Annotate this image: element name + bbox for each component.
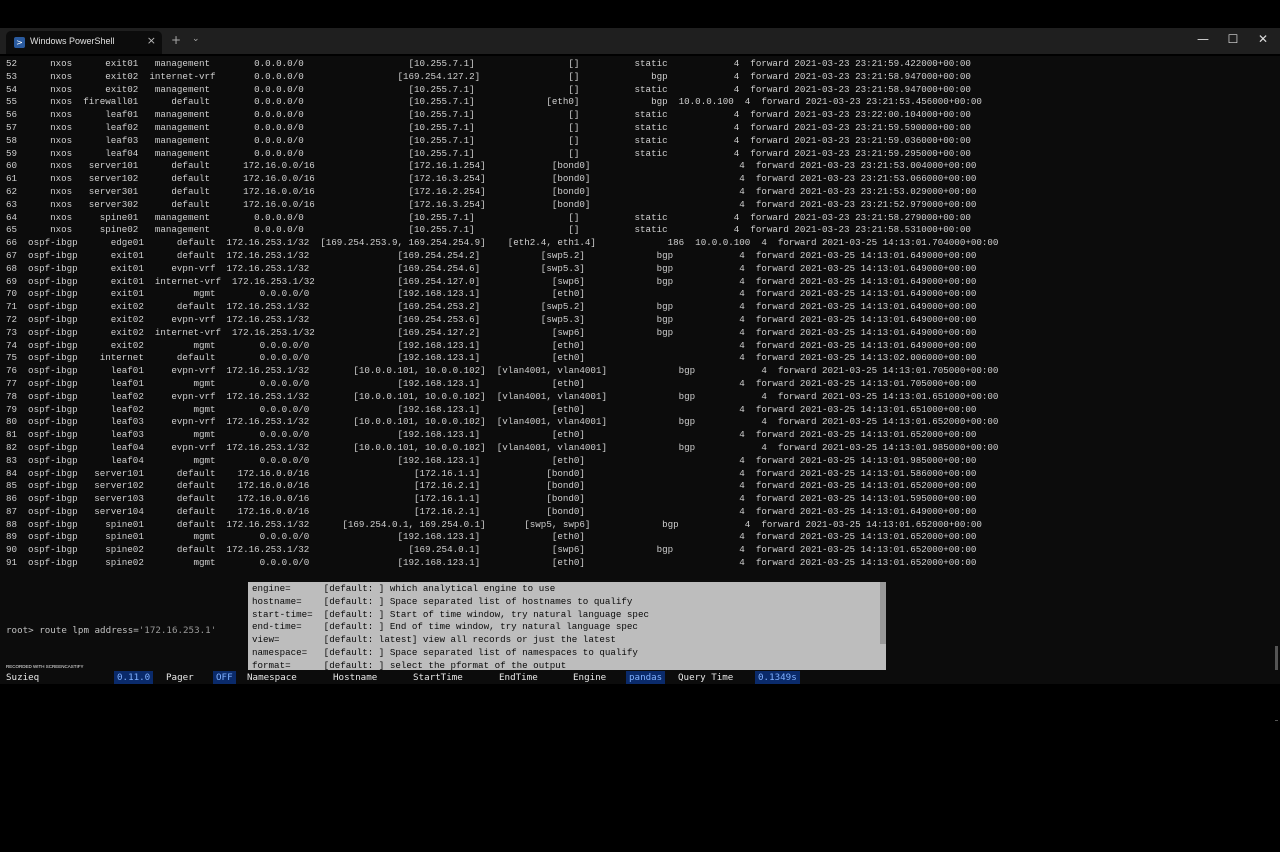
- command-prompt[interactable]: root> route lpm address='172.16.253.1': [6, 625, 216, 638]
- terminal-line: 56 nxos leaf01 management 0.0.0.0/0 [10.…: [6, 109, 971, 121]
- pager-label: Pager: [166, 672, 194, 683]
- completion-item[interactable]: engine= [default: ] which analytical eng…: [252, 583, 555, 594]
- query-time-label: Query Time: [678, 672, 734, 683]
- completion-item[interactable]: namespace= [default: ] Space separated l…: [252, 647, 638, 658]
- terminal-line: 71 ospf-ibgp exit02 default 172.16.253.1…: [6, 301, 977, 313]
- engine-value: pandas: [626, 671, 666, 685]
- terminal-line: 81 ospf-ibgp leaf03 mgmt 0.0.0.0/0 [192.…: [6, 429, 977, 441]
- terminal-line: 80 ospf-ibgp leaf03 evpn-vrf 172.16.253.…: [6, 416, 999, 428]
- status-bar: Suzieq 0.11.0 Pager OFF Namespace Hostna…: [0, 670, 1280, 685]
- powershell-icon: >: [14, 37, 25, 48]
- terminal-line: 66 ospf-ibgp edge01 default 172.16.253.1…: [6, 237, 999, 249]
- terminal-line: 74 ospf-ibgp exit02 mgmt 0.0.0.0/0 [192.…: [6, 339, 977, 351]
- terminal-line: 85 ospf-ibgp server102 default 172.16.0.…: [6, 480, 977, 492]
- terminal-line: 87 ospf-ibgp server104 default 172.16.0.…: [6, 505, 977, 517]
- terminal-line: 77 ospf-ibgp leaf01 mgmt 0.0.0.0/0 [192.…: [6, 377, 977, 389]
- completion-item[interactable]: end-time= [default: ] End of time window…: [252, 621, 638, 632]
- terminal-line: 61 nxos server102 default 172.16.0.0/16 …: [6, 173, 977, 185]
- completion-item[interactable]: start-time= [default: ] Start of time wi…: [252, 609, 649, 620]
- chevron-down-icon[interactable]: ⌄: [192, 34, 200, 44]
- terminal-line: 89 ospf-ibgp spine01 mgmt 0.0.0.0/0 [192…: [6, 531, 977, 543]
- terminal-line: 72 ospf-ibgp exit02 evpn-vrf 172.16.253.…: [6, 313, 977, 325]
- prompt-argument: '172.16.253.1': [138, 625, 217, 636]
- new-tab-button[interactable]: +: [171, 33, 181, 47]
- completion-popup[interactable]: engine= [default: ] which analytical eng…: [248, 582, 886, 673]
- terminal-line: 76 ospf-ibgp leaf01 evpn-vrf 172.16.253.…: [6, 365, 999, 377]
- terminal-line: 67 ospf-ibgp exit01 default 172.16.253.1…: [6, 249, 977, 261]
- query-time-value: 0.1349s: [755, 671, 800, 685]
- hostname-label: Hostname: [333, 672, 378, 683]
- letterbox-bottom: [0, 684, 1280, 720]
- terminal-line: 88 ospf-ibgp spine01 default 172.16.253.…: [6, 518, 982, 530]
- terminal-line: 91 ospf-ibgp spine02 mgmt 0.0.0.0/0 [192…: [6, 557, 977, 569]
- window-titlebar: > Windows PowerShell × + ⌄ — ☐ ✕: [0, 28, 1280, 54]
- maximize-button[interactable]: ☐: [1218, 32, 1248, 46]
- terminal-line: 64 nxos spine01 management 0.0.0.0/0 [10…: [6, 211, 971, 223]
- terminal-line: 73 ospf-ibgp exit02 internet-vrf 172.16.…: [6, 326, 977, 338]
- terminal-line: 68 ospf-ibgp exit01 evpn-vrf 172.16.253.…: [6, 262, 977, 274]
- recorder-watermark: RECORDED WITH SCREENCASTIFY: [6, 664, 84, 669]
- start-time-label: StartTime: [413, 672, 463, 683]
- terminal-line: 65 nxos spine02 management 0.0.0.0/0 [10…: [6, 224, 971, 236]
- terminal-line: 54 nxos exit02 management 0.0.0.0/0 [10.…: [6, 83, 971, 95]
- terminal-output: 52 nxos exit01 management 0.0.0.0/0 [10.…: [6, 58, 998, 570]
- terminal-line: 84 ospf-ibgp server101 default 172.16.0.…: [6, 467, 977, 479]
- tab-powershell[interactable]: > Windows PowerShell ×: [6, 31, 162, 54]
- terminal-line: 57 nxos leaf02 management 0.0.0.0/0 [10.…: [6, 121, 971, 133]
- close-window-button[interactable]: ✕: [1248, 32, 1278, 46]
- terminal-line: 86 ospf-ibgp server103 default 172.16.0.…: [6, 493, 977, 505]
- terminal-line: 70 ospf-ibgp exit01 mgmt 0.0.0.0/0 [192.…: [6, 288, 977, 300]
- completion-item[interactable]: view= [default: latest] view all records…: [252, 634, 616, 645]
- tab-title: Windows PowerShell: [30, 36, 115, 46]
- end-time-label: EndTime: [499, 672, 538, 683]
- completion-list[interactable]: engine= [default: ] which analytical eng…: [252, 583, 649, 673]
- terminal-line: 75 ospf-ibgp internet default 0.0.0.0/0 …: [6, 352, 977, 364]
- namespace-label: Namespace: [247, 672, 297, 683]
- prompt-command: root> route lpm address=: [6, 625, 139, 636]
- terminal-line: 79 ospf-ibgp leaf02 mgmt 0.0.0.0/0 [192.…: [6, 403, 977, 415]
- terminal-line: 59 nxos leaf04 management 0.0.0.0/0 [10.…: [6, 147, 971, 159]
- tab-close-icon[interactable]: ×: [147, 34, 156, 47]
- engine-label: Engine: [573, 672, 607, 683]
- terminal-line: 63 nxos server302 default 172.16.0.0/16 …: [6, 198, 977, 210]
- minimize-button[interactable]: —: [1188, 32, 1218, 46]
- terminal-line: 69 ospf-ibgp exit01 internet-vrf 172.16.…: [6, 275, 977, 287]
- terminal-line: 58 nxos leaf03 management 0.0.0.0/0 [10.…: [6, 134, 971, 146]
- terminal-line: 53 nxos exit02 internet-vrf 0.0.0.0/0 [1…: [6, 70, 971, 82]
- terminal-line: 90 ospf-ibgp spine02 default 172.16.253.…: [6, 544, 977, 556]
- terminal-line: 83 ospf-ibgp leaf04 mgmt 0.0.0.0/0 [192.…: [6, 454, 977, 466]
- pager-status: OFF: [213, 671, 236, 685]
- version-badge: 0.11.0: [114, 671, 154, 685]
- popup-scrollbar[interactable]: [880, 582, 886, 644]
- terminal-pane[interactable]: 52 nxos exit01 management 0.0.0.0/0 [10.…: [0, 56, 1280, 721]
- terminal-line: 52 nxos exit01 management 0.0.0.0/0 [10.…: [6, 58, 971, 69]
- terminal-line: 55 nxos firewall01 default 0.0.0.0/0 [10…: [6, 96, 982, 108]
- terminal-line: 78 ospf-ibgp leaf02 evpn-vrf 172.16.253.…: [6, 390, 999, 402]
- terminal-line: 60 nxos server101 default 172.16.0.0/16 …: [6, 160, 977, 172]
- terminal-line: 82 ospf-ibgp leaf04 evpn-vrf 172.16.253.…: [6, 441, 999, 453]
- app-name: Suzieq: [6, 672, 40, 683]
- completion-item[interactable]: hostname= [default: ] Space separated li…: [252, 596, 632, 607]
- terminal-line: 62 nxos server301 default 172.16.0.0/16 …: [6, 185, 977, 197]
